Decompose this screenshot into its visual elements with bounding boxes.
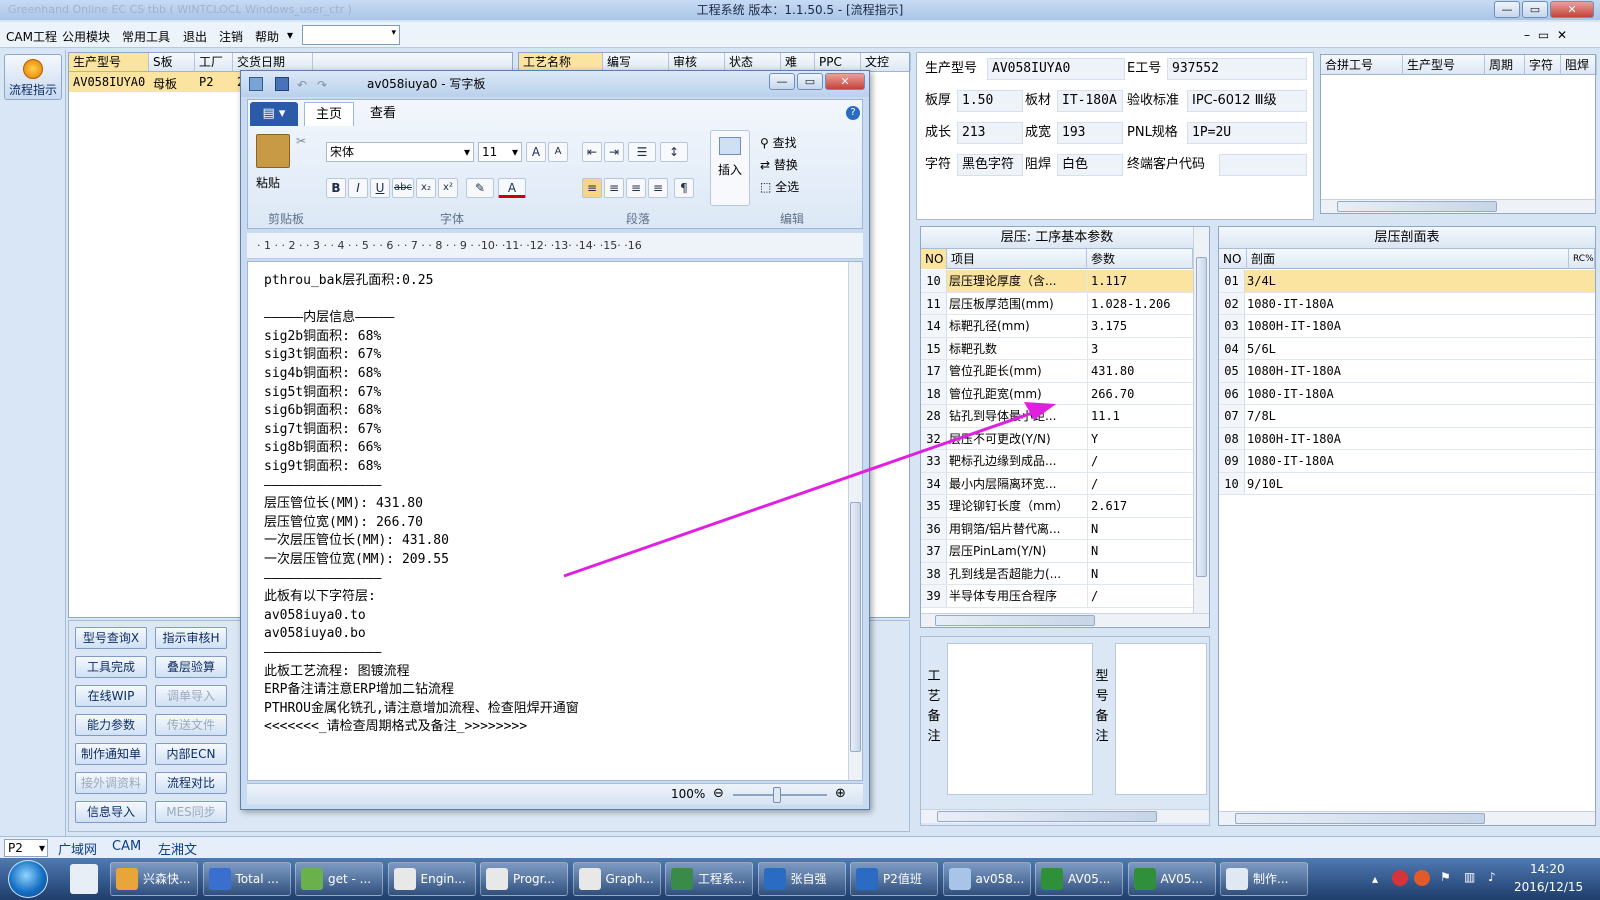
taskbar-item[interactable]: 张自强 <box>757 862 846 896</box>
app-icon <box>578 868 601 890</box>
app-icon <box>763 868 786 890</box>
taskbar-item-label: 制作... <box>1253 872 1289 886</box>
wan-link[interactable]: 广域网 <box>58 839 97 858</box>
taskbar-item-label: Progr... <box>513 872 555 886</box>
taskbar-item[interactable]: AV05... <box>1127 862 1216 896</box>
taskbar-item[interactable]: 兴森快... <box>110 862 198 896</box>
chevron-down-icon: ▾ <box>38 841 45 855</box>
taskbar-item-label: Engin... <box>420 872 466 886</box>
site-combo-value: P2 <box>8 841 23 855</box>
app-icon <box>1041 868 1063 890</box>
taskbar-item[interactable]: Engin... <box>387 862 476 896</box>
taskbar-item-label: 工程系... <box>698 872 746 886</box>
taskbar-item-label: av058... <box>975 872 1025 886</box>
taskbar-item-label: AV05... <box>1068 872 1111 886</box>
calculator-icon[interactable] <box>70 864 98 894</box>
taskbar-item-label: Total ... <box>235 872 279 886</box>
app-icon <box>671 868 693 890</box>
arrow-line <box>563 410 1036 578</box>
app-icon <box>116 868 138 890</box>
app-icon <box>393 868 416 890</box>
taskbar-item[interactable]: 制作... <box>1220 862 1308 896</box>
flag-icon[interactable]: ⚑ <box>1440 870 1451 884</box>
taskbar-item[interactable]: Graph... <box>572 862 661 896</box>
network-icon[interactable]: ▥ <box>1464 870 1475 884</box>
taskbar-item[interactable]: AV05... <box>1035 862 1123 896</box>
volume-icon[interactable]: ♪ <box>1488 870 1496 884</box>
taskbar-item[interactable]: av058... <box>942 862 1031 896</box>
taskbar-item-label: AV05... <box>1160 872 1203 886</box>
taskbar-item-label: Graph... <box>605 872 654 886</box>
antivirus-icon[interactable] <box>1392 870 1408 886</box>
start-button[interactable] <box>8 860 48 898</box>
security-icon[interactable] <box>1414 870 1430 886</box>
app-icon <box>856 868 878 890</box>
app-icon <box>486 868 508 890</box>
taskbar-item[interactable]: Progr... <box>480 862 568 896</box>
clock-date[interactable]: 2016/12/15 <box>1514 880 1583 894</box>
tray-arrow-icon[interactable]: ▴ <box>1372 872 1378 886</box>
app-icon <box>1226 868 1248 890</box>
app-icon <box>1133 868 1156 890</box>
taskbar-item-label: get - ... <box>328 872 372 886</box>
app-icon <box>948 868 971 890</box>
taskbar-item[interactable]: get - ... <box>295 862 383 896</box>
clock-time[interactable]: 14:20 <box>1530 862 1565 876</box>
taskbar-item-label: 兴森快... <box>143 872 191 886</box>
user-link[interactable]: 左湘文 <box>158 839 197 858</box>
taskbar-item-label: P2值班 <box>883 872 922 886</box>
taskbar: 兴森快... Total ... get - ... Engin... Progr...… <box>0 858 1600 900</box>
taskbar-item[interactable]: Total ... <box>202 862 291 896</box>
annotation-arrow <box>563 402 1056 578</box>
bottom-bar: P2 ▾ 广域网 CAM 左湘文 <box>0 836 1600 858</box>
taskbar-item[interactable]: 工程系... <box>665 862 753 896</box>
arrow-head <box>1024 402 1056 420</box>
taskbar-item-label: 张自强 <box>790 872 827 886</box>
app-icon <box>208 868 231 890</box>
site-combo[interactable]: P2 ▾ <box>4 839 48 857</box>
taskbar-item[interactable]: P2值班 <box>850 862 938 896</box>
app-icon <box>301 868 323 890</box>
cam-link[interactable]: CAM <box>112 839 141 854</box>
